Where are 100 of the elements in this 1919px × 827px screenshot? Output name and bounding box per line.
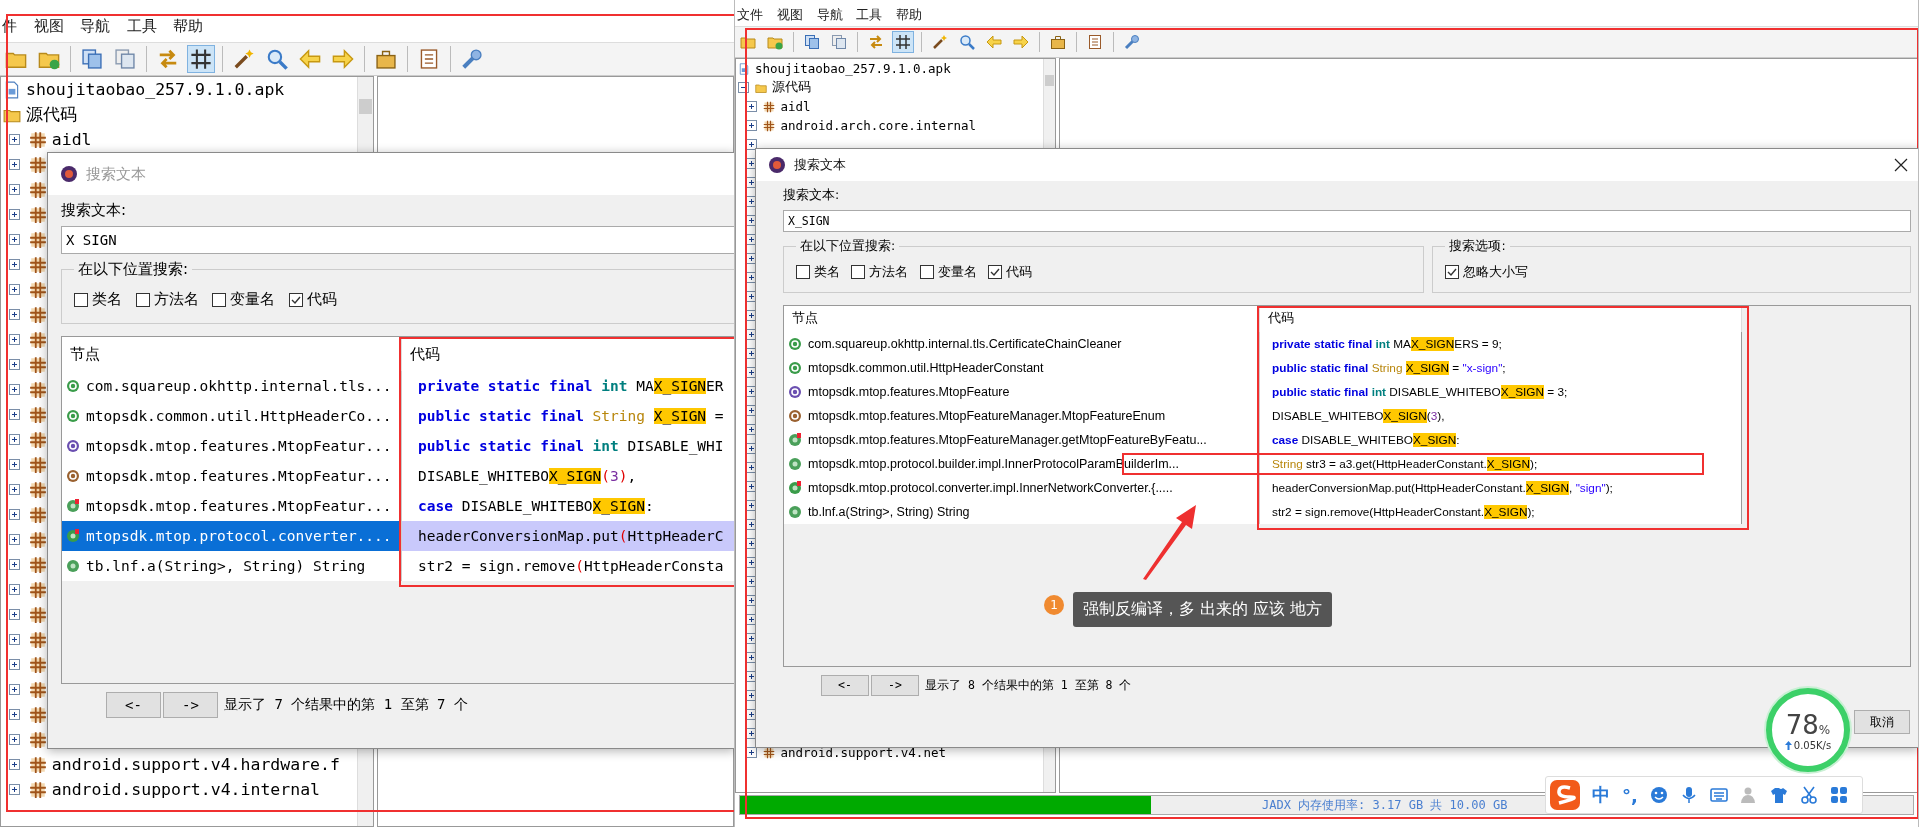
table-cell: mtopsdk.mtop.features.MtopFeature	[784, 379, 1260, 404]
checkbox[interactable]	[74, 292, 88, 307]
plus-box-icon[interactable]	[9, 184, 20, 195]
menu-item[interactable]: 视图	[776, 6, 803, 24]
plus-box-icon[interactable]	[9, 259, 20, 270]
checkbox[interactable]	[987, 265, 1002, 280]
tree-item[interactable]: aidl	[780, 99, 811, 114]
plus-box-icon[interactable]	[9, 359, 20, 370]
plus-box-icon[interactable]	[9, 609, 20, 620]
plus-box-icon[interactable]	[746, 747, 757, 758]
plus-box-icon[interactable]	[9, 709, 20, 720]
minus-box-icon[interactable]	[738, 82, 749, 93]
shirt-icon[interactable]	[1769, 786, 1788, 804]
tree-item[interactable]: android.support.v4.hardware.f	[51, 755, 340, 774]
plus-box-icon[interactable]	[746, 101, 757, 112]
tree-item[interactable]: shoujitaobao_257.9.1.0.apk	[755, 61, 951, 76]
menu-item[interactable]: 文件	[737, 6, 763, 24]
next-button[interactable]: ->	[163, 692, 218, 719]
plus-box-icon[interactable]	[9, 759, 20, 770]
search-field[interactable]: X_SIGN	[783, 210, 1911, 232]
menu-item[interactable]: 导航	[80, 16, 110, 36]
menu-item[interactable]: 帮助	[173, 16, 203, 36]
plus-box-icon[interactable]	[9, 134, 20, 145]
result-row[interactable]: mtopsdk.mtop.protocol.converter.... headerConversionMap.put(HttpHeaderC	[62, 521, 734, 552]
result-row[interactable]: mtopsdk.mtop.features.MtopFeatur... case DISABLE_WHITEBOX_SIGN:	[62, 491, 734, 522]
checkbox[interactable]	[919, 265, 934, 280]
toolbar-button[interactable]	[892, 31, 914, 53]
result-row[interactable]: mtopsdk.common.util.HttpHeaderConstant public static final String X_SIGN = "x-sign";	[784, 355, 1742, 380]
plus-box-icon[interactable]	[9, 734, 20, 745]
tree-item[interactable]: android.support.v4.net	[780, 745, 946, 760]
result-row[interactable]: tb.lnf.a(String>, String) String str2 = sign.remove(HttpHeaderConsta	[62, 551, 734, 582]
plus-box-icon[interactable]	[9, 334, 20, 345]
plus-box-icon[interactable]	[9, 634, 20, 645]
plus-box-icon[interactable]	[9, 484, 20, 495]
plus-box-icon[interactable]	[746, 139, 757, 150]
plus-box-icon[interactable]	[9, 559, 20, 570]
tree-item[interactable]: 源代码	[26, 103, 77, 126]
ime-button[interactable]: 中	[1592, 783, 1610, 807]
checkbox[interactable]	[212, 292, 226, 307]
plus-box-icon[interactable]	[9, 384, 20, 395]
checkbox-label: 类名	[92, 290, 122, 310]
plus-box-icon[interactable]	[9, 534, 20, 545]
grid-icon	[28, 130, 47, 149]
plus-box-icon[interactable]	[9, 409, 20, 420]
ime-button[interactable]: °,	[1622, 784, 1638, 806]
result-row[interactable]: mtopsdk.mtop.features.MtopFeatur... DISABLE_WHITEBOX_SIGN(3),	[62, 461, 734, 492]
tree-item[interactable]: android.arch.core.internal	[780, 118, 977, 133]
scissors-icon[interactable]	[1799, 786, 1818, 804]
plus-box-icon[interactable]	[9, 309, 20, 320]
plus-box-icon[interactable]	[9, 509, 20, 520]
keyboard-icon[interactable]	[1709, 786, 1728, 804]
enum-icon	[66, 469, 80, 484]
previous-button[interactable]: <-	[821, 674, 869, 696]
plus-box-icon[interactable]	[746, 120, 757, 131]
plus-box-icon[interactable]	[9, 284, 20, 295]
checkbox[interactable]	[135, 292, 150, 307]
plus-box-icon[interactable]	[9, 209, 20, 220]
grid-icon	[28, 455, 47, 474]
plus-box-icon[interactable]	[9, 659, 20, 670]
swap-arrows-icon	[868, 34, 884, 50]
dialog-title: 搜索文本	[794, 156, 847, 174]
plus-box-icon[interactable]	[9, 459, 20, 470]
checkbox[interactable]	[796, 265, 810, 280]
menu-item[interactable]: 工具	[126, 16, 157, 36]
result-row[interactable]: mtopsdk.common.util.HttpHeaderCo... public static final String X_SIGN =	[62, 401, 734, 432]
result-row[interactable]: mtopsdk.mtop.protocol.converter.impl.InnerNetworkConverter.{..... headerConversionMap.put(HttpHeaderConstant.X_SIGN, "sign");	[784, 475, 1742, 500]
menu-item[interactable]: 帮助	[896, 6, 922, 24]
menu-item[interactable]: 工具	[856, 6, 883, 24]
result-row[interactable]: mtopsdk.mtop.features.MtopFeature public static final int DISABLE_WHITEBOX_SIGN = 3;	[784, 379, 1742, 404]
apps-icon[interactable]	[1829, 786, 1848, 804]
result-row[interactable]: mtopsdk.mtop.features.MtopFeatur... public static final int DISABLE_WHI	[62, 431, 734, 462]
microphone-icon[interactable]	[1679, 786, 1698, 804]
plus-box-icon[interactable]	[9, 784, 20, 795]
grid-icon	[28, 655, 47, 674]
plus-box-icon[interactable]	[9, 684, 20, 695]
previous-button[interactable]: <-	[106, 692, 161, 719]
tree-item[interactable]: aidl	[51, 130, 92, 149]
tree-item[interactable]: 源代码	[772, 79, 812, 96]
next-button[interactable]: ->	[871, 674, 919, 696]
smiley-icon[interactable]	[1649, 786, 1668, 804]
plus-box-icon[interactable]	[9, 584, 20, 595]
checkbox[interactable]	[288, 292, 303, 307]
plus-box-icon[interactable]	[9, 159, 20, 170]
tree-item[interactable]: android.support.v4.internal	[51, 780, 320, 799]
menu-item[interactable]: 视图	[33, 16, 64, 36]
checkbox[interactable]	[851, 265, 866, 280]
result-row[interactable]: com.squareup.okhttp.internal.tls.CertificateChainCleaner private static final int MAX_SIGNERS = 9;	[784, 331, 1742, 356]
result-row[interactable]: tb.lnf.a(String>, String) String str2 = sign.remove(HttpHeaderConstant.X_SIGN);	[784, 499, 1742, 524]
tree-item[interactable]: shoujitaobao_257.9.1.0.apk	[26, 80, 285, 99]
toolbar-button[interactable]	[187, 45, 215, 73]
menu-item[interactable]: 导航	[816, 6, 843, 24]
plus-box-icon[interactable]	[9, 234, 20, 245]
search-icon	[266, 48, 288, 70]
cancel-button[interactable]: 取消	[1854, 710, 1910, 734]
plus-box-icon[interactable]	[9, 434, 20, 445]
inner-class-icon	[66, 529, 80, 544]
result-row[interactable]: mtopsdk.mtop.features.MtopFeatureManager.MtopFeatureEnum DISABLE_WHITEBOX_SIGN(3),	[784, 403, 1742, 428]
checkbox[interactable]	[1445, 265, 1460, 280]
search-field[interactable]: X_SIGN	[61, 226, 734, 254]
close-icon[interactable]	[1894, 158, 1908, 172]
